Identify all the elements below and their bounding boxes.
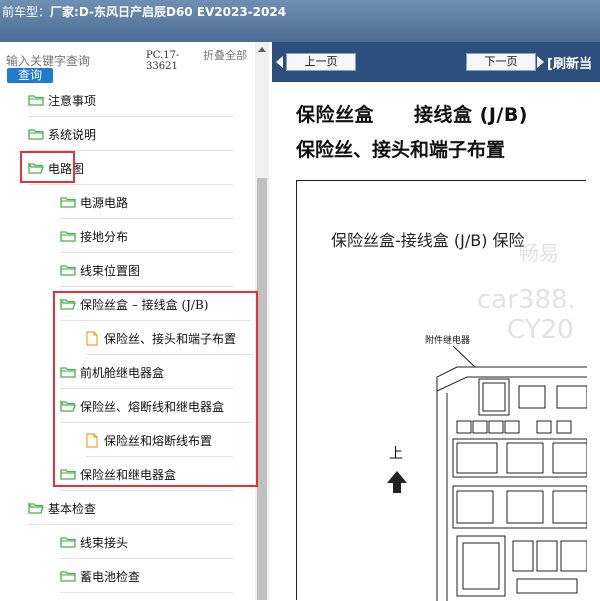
- next-page-button[interactable]: 下一页: [466, 53, 536, 71]
- page-nav-bar: 上一页 下一页 [刷新当: [272, 42, 600, 82]
- page-title: 保险丝盒 接线盒 (J/B): [296, 100, 600, 127]
- highlight-box-fuse-section: [53, 291, 258, 487]
- folder-icon: [60, 537, 76, 548]
- title-prefix: 前车型：: [2, 5, 51, 19]
- refresh-link[interactable]: [刷新当: [547, 53, 592, 72]
- relay-leader-line: [452, 345, 476, 368]
- search-button[interactable]: 查询: [7, 68, 53, 83]
- fuse-box-drawing: [387, 345, 587, 601]
- folder-icon: [28, 95, 44, 106]
- tree-item-system-description[interactable]: 系统说明: [28, 119, 233, 151]
- scroll-thumb[interactable]: [257, 178, 267, 600]
- tree-item-harness-location[interactable]: 线束位置图: [60, 255, 233, 287]
- scroll-up-arrow-icon[interactable]: [255, 42, 269, 58]
- tree-item-basic-inspection[interactable]: 基本检查: [28, 493, 233, 525]
- tree-item-battery-inspection[interactable]: 蓄电池检查: [60, 561, 233, 593]
- search-bar: 查询 PC.17-33621 折叠全部: [0, 42, 272, 84]
- page-subtitle: 保险丝、接头和端子布置: [296, 139, 506, 161]
- folder-icon: [60, 197, 76, 208]
- tree-item-label: 线束接头: [80, 535, 129, 550]
- tree-item-precautions[interactable]: 注意事项: [28, 85, 233, 117]
- prev-page-button[interactable]: 上一页: [286, 53, 356, 71]
- document-pane: 上一页 下一页 [刷新当 保险丝盒 接线盒 (J/B) 保险丝、接头和端子布置 保…: [272, 42, 600, 601]
- vehicle-model-title: 厂家:D-东风日产启辰D60 EV2023-2024: [50, 5, 287, 19]
- folder-icon: [60, 231, 76, 242]
- tree-item-label: 电源电路: [80, 195, 129, 210]
- arrow-left-icon[interactable]: [276, 56, 284, 68]
- tree-item-power-circuit[interactable]: 电源电路: [60, 187, 233, 219]
- title-junction-box: 接线盒 (J/B): [414, 104, 528, 126]
- tree-item-ground-distribution[interactable]: 接地分布: [60, 221, 233, 253]
- window-title-bar: 前车型：厂家:D-东风日产启辰D60 EV2023-2024: [0, 0, 600, 42]
- fuse-box-figure: 保险丝盒-接线盒 (J/B) 保险 畅易 car388. CY20 附件继电器 …: [296, 180, 587, 601]
- title-fuse-box: 保险丝盒: [296, 104, 375, 126]
- tree-item-label: 基本检查: [48, 501, 97, 516]
- tree-item-label: 线束位置图: [80, 263, 141, 278]
- highlight-box-wiring-diagram: [20, 151, 75, 183]
- tree-item-label: 系统说明: [48, 127, 97, 142]
- folder-open-icon: [28, 502, 44, 514]
- tree-item-harness-connector[interactable]: 线束接头: [60, 527, 233, 559]
- collapse-all-button[interactable]: 折叠全部: [203, 50, 247, 62]
- navigation-pane: 查询 PC.17-33621 折叠全部 注意事项 系统说明 电路图 电源电路 接…: [0, 42, 272, 600]
- arrow-right-icon[interactable]: [536, 56, 544, 68]
- tree-item-label: 接地分布: [80, 229, 129, 244]
- up-arrow-icon: [387, 471, 407, 493]
- folder-icon: [28, 129, 44, 140]
- fuse-box-outline: [436, 366, 587, 391]
- pc-code: PC.17-33621: [146, 50, 180, 72]
- tree-item-label: 注意事项: [48, 93, 97, 108]
- tree-item-label: 蓄电池检查: [80, 569, 141, 584]
- folder-icon: [60, 265, 76, 276]
- folder-icon: [60, 571, 76, 582]
